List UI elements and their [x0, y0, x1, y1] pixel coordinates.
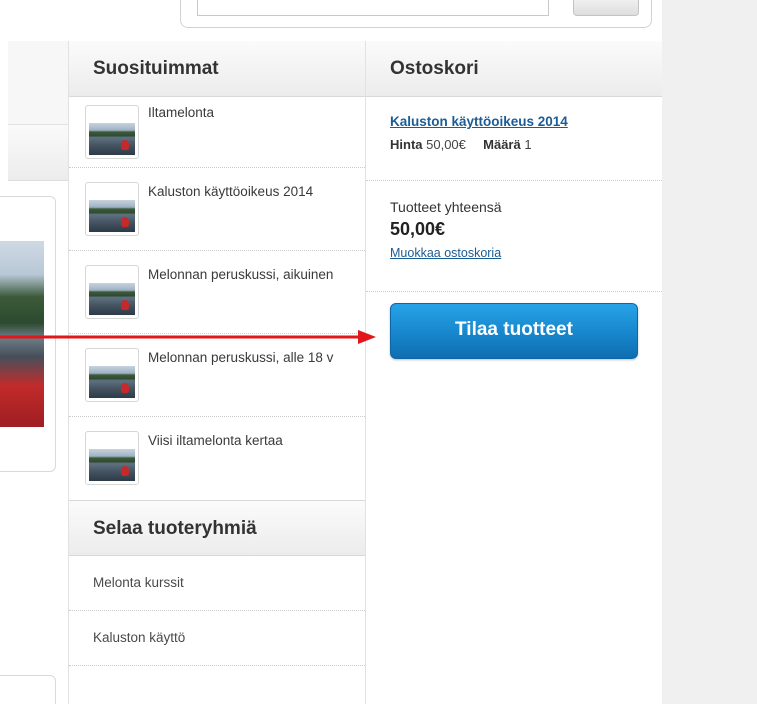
search-button[interactable] — [573, 0, 639, 16]
popular-column: Suosituimmat Iltamelonta Kaluston käyttö… — [68, 41, 366, 704]
product-thumbnail[interactable] — [85, 431, 139, 485]
quantity-value: 1 — [524, 137, 532, 152]
popular-item[interactable]: Kaluston käyttöoikeus 2014 — [69, 168, 365, 251]
popular-item[interactable]: Melonnan peruskussi, aikuinen — [69, 251, 365, 334]
popular-item-title[interactable]: Iltamelonta — [148, 101, 358, 124]
boats-image — [89, 269, 135, 315]
category-link[interactable]: Kaluston käyttö — [69, 611, 365, 666]
edit-cart-link[interactable]: Muokkaa ostoskoria — [390, 246, 662, 260]
browse-heading: Selaa tuoteryhmiä — [69, 500, 365, 556]
annotation-arrow-icon — [0, 330, 376, 344]
page-background-right — [662, 0, 757, 704]
popular-item-title[interactable]: Melonnan peruskussi, alle 18 v — [148, 346, 358, 369]
cart-column: Ostoskori Kaluston käyttöoikeus 2014 Hin… — [366, 41, 662, 704]
left-column-bar — [8, 125, 68, 181]
product-thumbnail[interactable] — [85, 105, 139, 159]
product-thumbnail[interactable] — [85, 265, 139, 319]
popular-item-title[interactable]: Viisi iltamelonta kertaa — [148, 429, 358, 452]
price-value: 50,00€ — [426, 137, 466, 152]
left-column-header — [8, 41, 68, 125]
search-area — [180, 0, 652, 28]
kayak-image — [89, 435, 135, 481]
popular-item-title[interactable]: Melonnan peruskussi, aikuinen — [148, 263, 358, 286]
cart-totals: Tuotteet yhteensä 50,00€ Muokkaa ostosko… — [366, 181, 662, 292]
product-thumbnail[interactable] — [85, 182, 139, 236]
search-input[interactable] — [197, 0, 549, 16]
price-label: Hinta — [390, 137, 423, 152]
cart-item-meta: Hinta 50,00€ Määrä 1 — [390, 137, 662, 152]
cart-item: Kaluston käyttöoikeus 2014 Hinta 50,00€ … — [366, 97, 662, 181]
cart-item-link[interactable]: Kaluston käyttöoikeus 2014 — [390, 114, 662, 129]
quantity-label: Määrä — [483, 137, 521, 152]
left-product-card-2 — [0, 675, 56, 704]
kayak-image — [89, 186, 135, 232]
popular-heading: Suosituimmat — [69, 41, 365, 97]
totals-value: 50,00€ — [390, 219, 446, 239]
category-link[interactable]: Melonta kurssit — [69, 556, 365, 611]
popular-item-title[interactable]: Kaluston käyttöoikeus 2014 — [148, 180, 358, 203]
kayak-image — [89, 109, 135, 155]
product-thumbnail[interactable] — [85, 348, 139, 402]
totals-label: Tuotteet yhteensä — [390, 199, 502, 215]
boats-image — [89, 352, 135, 398]
popular-item[interactable]: Iltamelonta — [69, 97, 365, 168]
cart-heading: Ostoskori — [366, 41, 662, 97]
popular-item[interactable]: Viisi iltamelonta kertaa — [69, 417, 365, 500]
order-button[interactable]: Tilaa tuotteet — [390, 303, 638, 359]
